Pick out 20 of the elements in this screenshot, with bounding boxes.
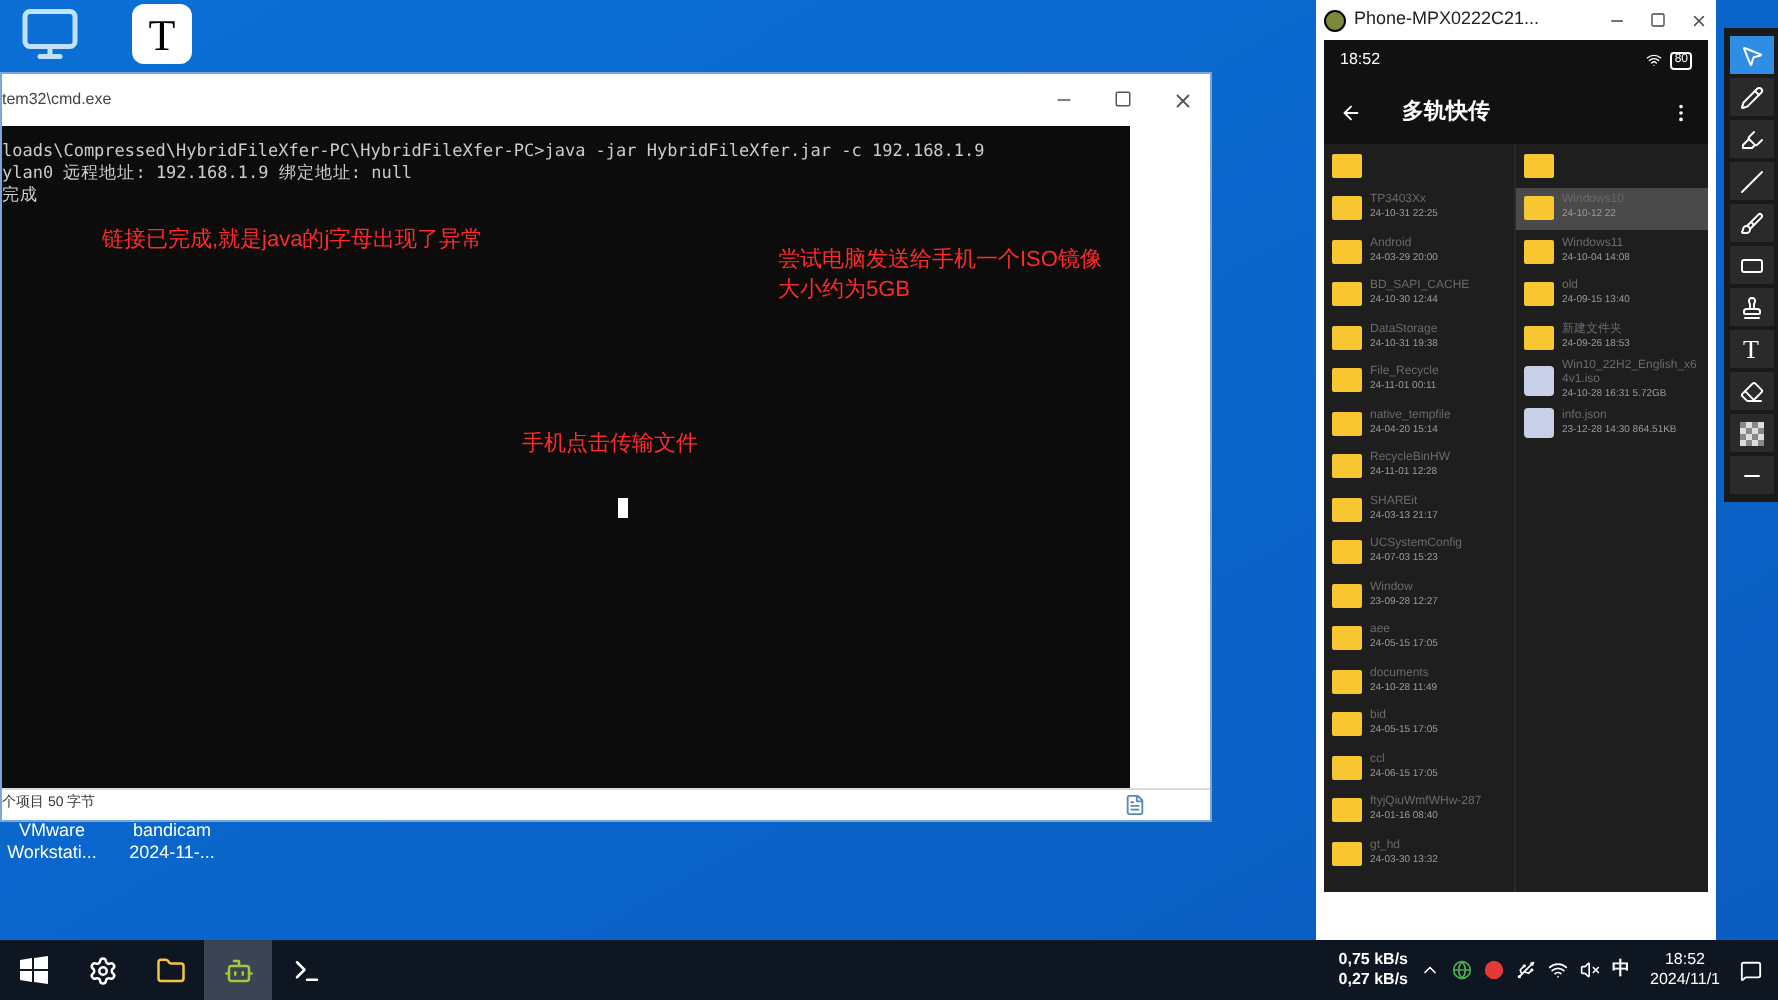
annotation-text: 尝试电脑发送给手机一个ISO镜像: [778, 246, 1102, 276]
annotation-text: 手机点击传输文件: [522, 430, 698, 460]
download-speed: 0,27 kB/s: [1338, 970, 1408, 990]
status-time: 18:52: [1340, 48, 1381, 72]
text-tool-button[interactable]: T: [1729, 330, 1773, 368]
clock-date: 2024/11/1: [1650, 970, 1720, 990]
desktop-shortcut-label[interactable]: VMware Workstati...: [4, 820, 100, 864]
input-method[interactable]: 中: [1612, 956, 1630, 984]
desktop-shortcut-label[interactable]: bandicam 2024-11-...: [124, 820, 220, 864]
text-app-icon[interactable]: T: [132, 4, 192, 64]
console-line: ylan0 远程地址: 192.168.1.9 绑定地址: null: [2, 164, 415, 185]
app-title: 多轨快传: [1402, 97, 1490, 128]
window-title: Phone-MPX0222C21...: [1354, 6, 1540, 33]
window-title: tem32\cmd.exe: [2, 88, 112, 112]
upload-speed: 0,75 kB/s: [1338, 950, 1408, 970]
console-line: 完成: [2, 186, 40, 208]
annotation-text: 大小约为5GB: [778, 276, 913, 306]
clock-time: 18:52: [1664, 950, 1706, 970]
console-line: loads\Compressed\HybridFileXfer-PC\HybridFileXfer-PC>java -jar HybridFileXfer.jar -c 192.168.1.9: [2, 142, 987, 163]
annotation-text: 链接已完成,就是java的j字母出现了异常: [102, 226, 484, 256]
